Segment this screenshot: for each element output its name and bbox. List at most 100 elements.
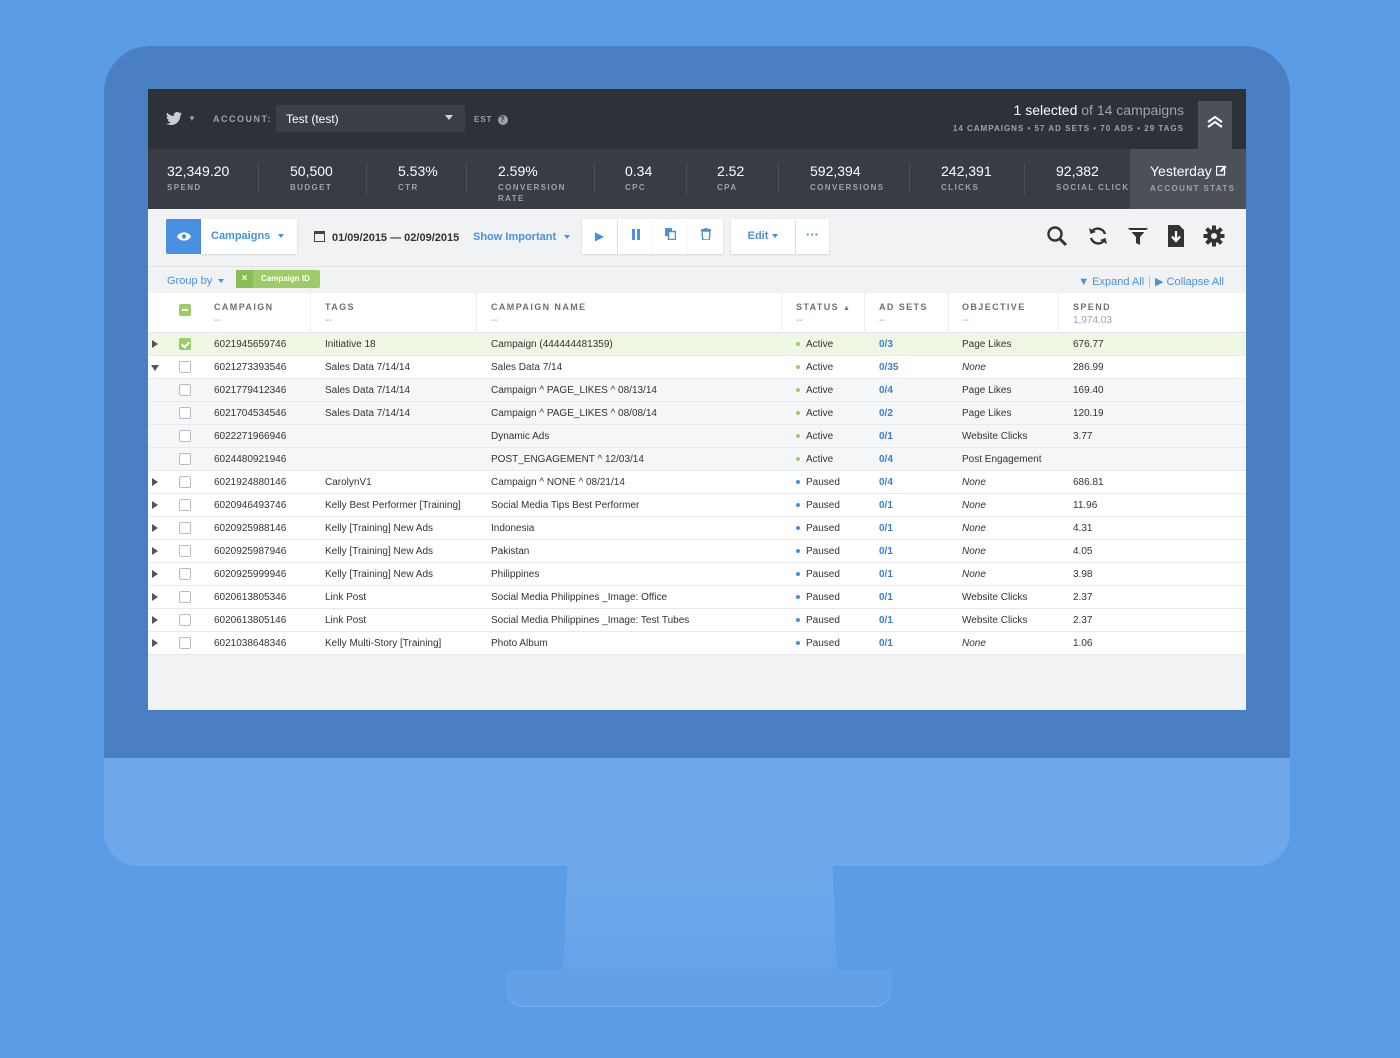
table-row[interactable]: 6020925988146 Kelly [Training] New Ads Ind… [148, 517, 1246, 540]
search-icon[interactable] [1045, 225, 1069, 249]
remove-chip-icon[interactable]: × [236, 270, 253, 288]
expand-row-icon[interactable] [152, 547, 158, 555]
expand-row-icon[interactable] [152, 340, 158, 348]
expand-row-icon[interactable] [152, 616, 158, 624]
row-checkbox[interactable] [179, 637, 191, 649]
expand-row-icon[interactable] [152, 639, 158, 647]
edit-icon [1215, 163, 1227, 179]
ad-sets-link[interactable]: 0/4 [879, 454, 893, 465]
collapse-row-icon[interactable] [151, 365, 159, 371]
table-row[interactable]: 6021924880146 CarolynV1 Campaign ^ NONE ^ … [148, 471, 1246, 494]
row-checkbox[interactable] [179, 384, 191, 396]
row-checkbox[interactable] [179, 614, 191, 626]
expand-row-icon[interactable] [152, 478, 158, 486]
show-important-dropdown[interactable]: Show Important [473, 231, 571, 243]
gear-icon[interactable] [1202, 225, 1226, 249]
table-row[interactable]: 6020946493746 Kelly Best Performer [Train… [148, 494, 1246, 517]
ad-sets-link[interactable]: 0/1 [879, 431, 893, 442]
table-row[interactable]: 6021945659746 Initiative 18 Campaign (4444… [148, 333, 1246, 356]
ad-sets-link[interactable]: 0/1 [879, 500, 893, 511]
stat-cpa[interactable]: 2.52 CPA [717, 163, 744, 193]
table-row[interactable]: 6020613805346 Link Post Social Media Phili… [148, 586, 1246, 609]
column-objective[interactable]: OBJECTIVE -- [962, 302, 1026, 326]
row-checkbox[interactable] [179, 591, 191, 603]
table-row[interactable]: 6021273393546 Sales Data 7/14/14 Sales Dat… [148, 356, 1246, 379]
ad-sets-link[interactable]: 0/1 [879, 523, 893, 534]
account-select[interactable]: Test (test) [276, 105, 465, 132]
row-checkbox[interactable] [179, 430, 191, 442]
ad-sets-link[interactable]: 0/4 [879, 385, 893, 396]
row-checkbox[interactable] [179, 407, 191, 419]
delete-button[interactable] [688, 219, 723, 254]
refresh-icon[interactable] [1086, 225, 1110, 249]
stat-cpc[interactable]: 0.34 CPC [625, 163, 652, 193]
stat-conversions[interactable]: 592,394 CONVERSIONS [810, 163, 885, 193]
expand-row-icon[interactable] [152, 524, 158, 532]
table-row[interactable]: 6024480921946 POST_ENGAGEMENT ^ 12/03/14 A… [148, 448, 1246, 471]
column-ad-sets[interactable]: AD SETS -- [879, 302, 928, 326]
ad-sets-link[interactable]: 0/1 [879, 615, 893, 626]
row-checkbox[interactable] [179, 499, 191, 511]
table-row[interactable]: 6020613805146 Link Post Social Media Phili… [148, 609, 1246, 632]
view-toggle-button[interactable] [166, 219, 201, 254]
ad-sets-link[interactable]: 0/2 [879, 408, 893, 419]
select-all-checkbox[interactable] [179, 304, 191, 316]
ad-sets-link[interactable]: 0/3 [879, 339, 893, 350]
stat-ctr[interactable]: 5.53% CTR [398, 163, 438, 193]
table-row[interactable]: 6022271966946 Dynamic Ads Active 0/1 Website… [148, 425, 1246, 448]
column-campaign-name[interactable]: CAMPAIGN NAME -- [491, 302, 587, 326]
table-row[interactable]: 6021704534546 Sales Data 7/14/14 Campaign … [148, 402, 1246, 425]
help-icon[interactable]: ? [497, 115, 508, 125]
column-campaign[interactable]: CAMPAIGN -- [214, 302, 274, 326]
row-checkbox[interactable] [179, 568, 191, 580]
column-status[interactable]: STATUS ▲ -- [796, 302, 851, 326]
collapse-header-button[interactable] [1198, 101, 1232, 149]
level-dropdown[interactable]: Campaigns [201, 219, 297, 254]
twitter-icon[interactable] [166, 111, 182, 125]
network-dropdown-icon[interactable]: ▼ [188, 114, 196, 123]
campaign-id: 6021924880146 [214, 477, 287, 488]
expand-row-icon[interactable] [152, 570, 158, 578]
stat-budget[interactable]: 50,500 BUDGET [290, 163, 333, 193]
row-checkbox[interactable] [179, 476, 191, 488]
row-checkbox[interactable] [179, 545, 191, 557]
campaign-spend: 4.05 [1073, 546, 1093, 557]
ad-sets-link[interactable]: 0/1 [879, 592, 893, 603]
campaign-tags: Initiative 18 [325, 339, 376, 350]
expand-all-link[interactable]: ▼ Expand All [1078, 276, 1144, 288]
table-row[interactable]: 6021779412346 Sales Data 7/14/14 Campaign … [148, 379, 1246, 402]
stat-social-clicks[interactable]: 92,382 SOCIAL CLICKS [1056, 163, 1136, 193]
ad-sets-link[interactable]: 0/1 [879, 546, 893, 557]
ad-sets-link[interactable]: 0/1 [879, 569, 893, 580]
row-checkbox[interactable] [179, 453, 191, 465]
expand-row-icon[interactable] [152, 593, 158, 601]
stat-conversion-rate[interactable]: 2.59% CONVERSION RATE [498, 163, 578, 204]
stat-clicks[interactable]: 242,391 CLICKS [941, 163, 992, 193]
expand-row-icon[interactable] [152, 501, 158, 509]
row-checkbox[interactable] [179, 522, 191, 534]
collapse-all-link[interactable]: ▶ Collapse All [1155, 276, 1224, 288]
table-row[interactable]: 6020925999946 Kelly [Training] New Ads Phi… [148, 563, 1246, 586]
row-checkbox[interactable] [179, 361, 191, 373]
pause-button[interactable] [618, 219, 653, 254]
ad-sets-link[interactable]: 0/1 [879, 638, 893, 649]
filter-icon[interactable] [1126, 225, 1150, 249]
table-row[interactable]: 6020925987946 Kelly [Training] New Ads Pak… [148, 540, 1246, 563]
table-row[interactable]: 6021038648346 Kelly Multi-Story [Training… [148, 632, 1246, 655]
date-range-picker[interactable]: 01/09/2015 — 02/09/2015 [314, 231, 459, 244]
ad-sets-link[interactable]: 0/4 [879, 477, 893, 488]
ad-sets-link[interactable]: 0/35 [879, 362, 898, 373]
group-by-dropdown[interactable]: Group by [167, 275, 225, 287]
stat-spend[interactable]: 32,349.20 SPEND [167, 163, 229, 193]
column-tags[interactable]: TAGS -- [325, 302, 355, 326]
account-stats-toggle[interactable]: Yesterday ACCOUNT STATS [1130, 149, 1246, 209]
campaign-status: Paused [796, 638, 840, 649]
more-button[interactable]: ··· [796, 219, 829, 254]
row-checkbox[interactable] [179, 338, 191, 350]
export-icon[interactable] [1164, 225, 1188, 249]
edit-dropdown[interactable]: Edit [731, 219, 795, 254]
table-header: CAMPAIGN -- TAGS -- CAMPAIGN NAME -- STATUS… [148, 293, 1246, 333]
column-spend[interactable]: SPEND 1,974.03 [1073, 302, 1112, 326]
duplicate-button[interactable] [653, 219, 688, 254]
play-button[interactable]: ▶ [582, 219, 617, 254]
